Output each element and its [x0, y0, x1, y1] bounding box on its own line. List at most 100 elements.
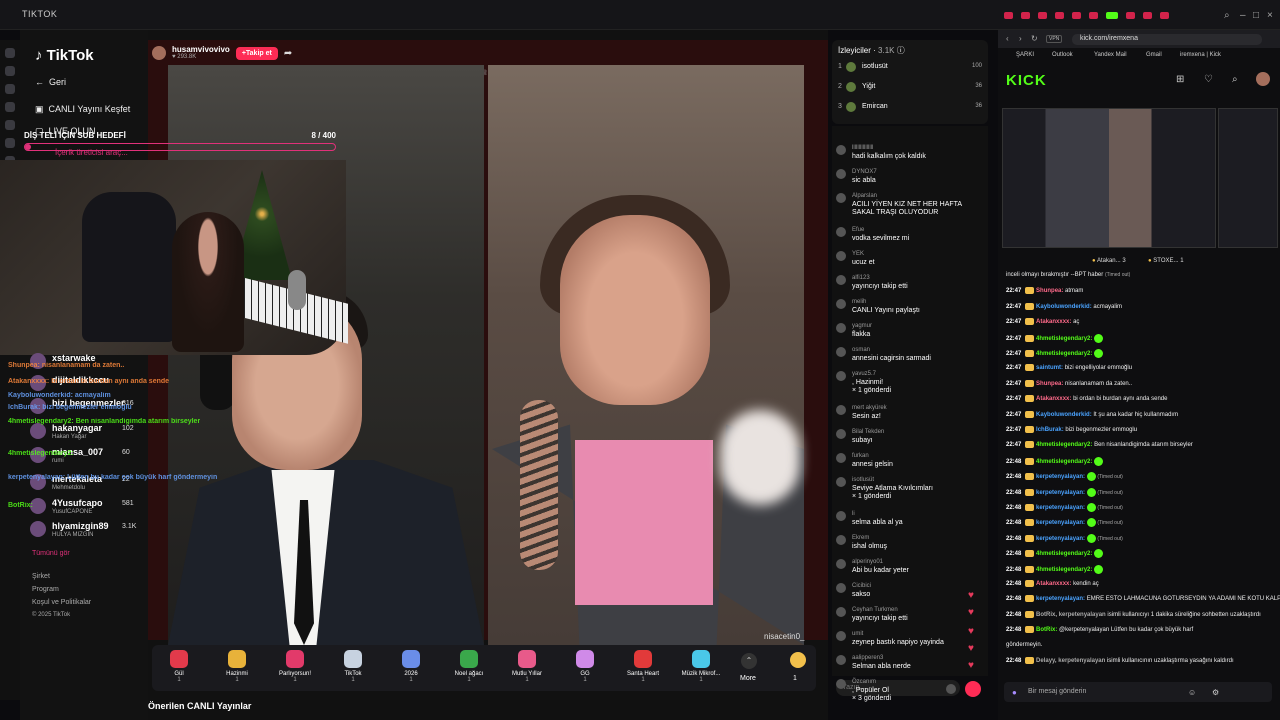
- search-icon[interactable]: ⌕: [1232, 74, 1238, 85]
- tab[interactable]: [1160, 12, 1169, 19]
- maximize-icon[interactable]: □: [1253, 10, 1259, 21]
- gift-item[interactable]: Noel ağacı 1: [446, 650, 492, 683]
- user-avatar[interactable]: [1256, 72, 1270, 86]
- tiktok-logo[interactable]: ♪ TikTok: [35, 47, 94, 64]
- chat-username[interactable]: yavuz5.7: [852, 371, 876, 377]
- chat-avatar[interactable]: [836, 477, 846, 487]
- kick-username[interactable]: 4hmetislegendary2:: [1036, 567, 1092, 573]
- leaderboard-avatar[interactable]: [30, 423, 46, 439]
- viewer-name[interactable]: isotlusüt: [862, 63, 888, 70]
- gift-item[interactable]: GG 1: [562, 650, 608, 683]
- viewer-name[interactable]: Emircan: [862, 103, 888, 110]
- chat-avatar[interactable]: [836, 169, 846, 179]
- viewer-name[interactable]: Yiğit: [862, 83, 875, 90]
- footer-link[interactable]: Şirket: [32, 573, 50, 580]
- kick-username[interactable]: Atakanxxxx:: [1036, 396, 1071, 402]
- side-icon[interactable]: [5, 84, 15, 94]
- kick-username[interactable]: 4hmetislegendary2:: [1036, 336, 1092, 342]
- chat-username[interactable]: aalipperen3: [852, 655, 883, 661]
- kick-username[interactable]: 4hmetislegendary2:: [1036, 351, 1092, 357]
- chat-avatar[interactable]: [836, 429, 846, 439]
- chat-avatar[interactable]: [836, 227, 846, 237]
- close-icon[interactable]: ×: [1267, 10, 1273, 21]
- forward-icon[interactable]: ›: [1019, 34, 1022, 43]
- chat-avatar[interactable]: [836, 193, 846, 203]
- creator-tools-link[interactable]: İçerik üreticisi araç...: [55, 148, 128, 157]
- tab[interactable]: [1072, 12, 1081, 19]
- gift-item[interactable]: TikTok 1: [330, 650, 376, 683]
- chat-avatar[interactable]: [836, 251, 846, 261]
- share-icon[interactable]: ➦: [284, 48, 292, 59]
- chat-avatar[interactable]: [836, 583, 846, 593]
- thumb-label-2[interactable]: ● STOXE... 1: [1148, 258, 1184, 264]
- chat-username[interactable]: Özcanım: [852, 679, 876, 685]
- mic-icon[interactable]: ●: [1012, 688, 1017, 697]
- emote-icon[interactable]: ☺: [1188, 688, 1196, 697]
- chat-username[interactable]: furkan: [852, 453, 869, 459]
- chat-username[interactable]: alfi123: [852, 275, 870, 281]
- gift-icon[interactable]: ⊞: [1176, 74, 1184, 85]
- tab[interactable]: [1089, 12, 1098, 19]
- chat-username[interactable]: Ceyhan Turkmen: [852, 607, 898, 613]
- gift-item[interactable]: Hazinmi 1: [214, 650, 260, 683]
- chat-avatar[interactable]: [836, 299, 846, 309]
- kick-username[interactable]: Kayboluwonderkid:: [1036, 304, 1092, 310]
- chat-username[interactable]: DYNOX7: [852, 169, 877, 175]
- gift-item[interactable]: Mutlu Yıllar 1: [504, 650, 550, 683]
- kick-username[interactable]: 4hmetislegendary2:: [1036, 459, 1092, 465]
- side-icon[interactable]: [5, 138, 15, 148]
- back-icon[interactable]: ‹: [1006, 34, 1009, 43]
- chat-avatar[interactable]: [836, 607, 846, 617]
- explore-live-link[interactable]: ▣ CANLI Yayını Keşfet: [35, 104, 130, 115]
- kick-stream-thumbnail[interactable]: [1002, 108, 1216, 248]
- heart-icon[interactable]: ♥: [968, 607, 974, 618]
- footer-link[interactable]: Program: [32, 586, 59, 593]
- search-icon[interactable]: ⌕: [1224, 10, 1230, 21]
- chat-username[interactable]: yagmur: [852, 323, 872, 329]
- url-input[interactable]: kick.com/iremxena: [1072, 34, 1262, 45]
- chat-username[interactable]: Cicibici: [852, 583, 871, 589]
- gift-item[interactable]: Parlıyorsun! 1: [272, 650, 318, 683]
- chevron-up-icon[interactable]: ⌃: [741, 653, 757, 669]
- footer-link[interactable]: © 2025 TikTok: [32, 612, 70, 618]
- chat-username[interactable]: Ekrem: [852, 535, 869, 541]
- chat-username[interactable]: isotlusüt: [852, 477, 874, 483]
- chat-avatar[interactable]: [836, 275, 846, 285]
- chat-avatar[interactable]: [836, 535, 846, 545]
- chat-username[interactable]: llllllllllllllll: [852, 145, 873, 151]
- side-icon[interactable]: [5, 102, 15, 112]
- tab[interactable]: [1143, 12, 1152, 19]
- chat-username[interactable]: osman: [852, 347, 870, 353]
- browser-tabs[interactable]: [1004, 12, 1169, 24]
- kick-username[interactable]: BotRix, kerpetenyalayan: [1036, 612, 1106, 618]
- host-name[interactable]: husamvivovivo: [172, 46, 230, 54]
- tab[interactable]: [1004, 12, 1013, 19]
- reload-icon[interactable]: ↻: [1031, 34, 1038, 43]
- kick-username[interactable]: Shunpea:: [1036, 288, 1063, 294]
- kick-chat-input[interactable]: Bir mesaj gönderin: [1004, 682, 1272, 702]
- footer-link[interactable]: Koşul ve Politikalar: [32, 599, 91, 606]
- chat-username[interactable]: umit: [852, 631, 863, 637]
- kick-username[interactable]: Atakanxxxx:: [1036, 319, 1071, 325]
- kick-username[interactable]: Shunpea:: [1036, 381, 1063, 387]
- chat-avatar[interactable]: [836, 453, 846, 463]
- heart-icon[interactable]: ♥: [968, 643, 974, 654]
- chat-avatar[interactable]: [836, 511, 846, 521]
- chat-avatar[interactable]: [836, 405, 846, 415]
- kick-username[interactable]: kerpetenyalayan:: [1036, 474, 1085, 480]
- chat-avatar[interactable]: [836, 631, 846, 641]
- bookmark[interactable]: ŞARKI: [1016, 52, 1034, 58]
- bookmark[interactable]: Gmail: [1146, 52, 1162, 58]
- kick-username[interactable]: kerpetenyalayan:: [1036, 490, 1085, 496]
- back-link[interactable]: ← Geri: [35, 77, 66, 87]
- coin-icon[interactable]: [790, 652, 806, 668]
- chat-avatar[interactable]: [836, 655, 846, 665]
- chat-username[interactable]: Bilal Tekden: [852, 429, 884, 435]
- kick-username[interactable]: Delayy, kerpetenyalayan: [1036, 658, 1105, 664]
- bookmark[interactable]: Yandex Mail: [1094, 52, 1127, 58]
- kick-username[interactable]: 4hmetislegendary2:: [1036, 442, 1092, 448]
- settings-icon[interactable]: ⚙: [1212, 688, 1219, 697]
- kick-username[interactable]: saintumt:: [1036, 365, 1063, 371]
- gift-item[interactable]: Müzik Mikrof... 1: [678, 650, 724, 683]
- tab[interactable]: [1021, 12, 1030, 19]
